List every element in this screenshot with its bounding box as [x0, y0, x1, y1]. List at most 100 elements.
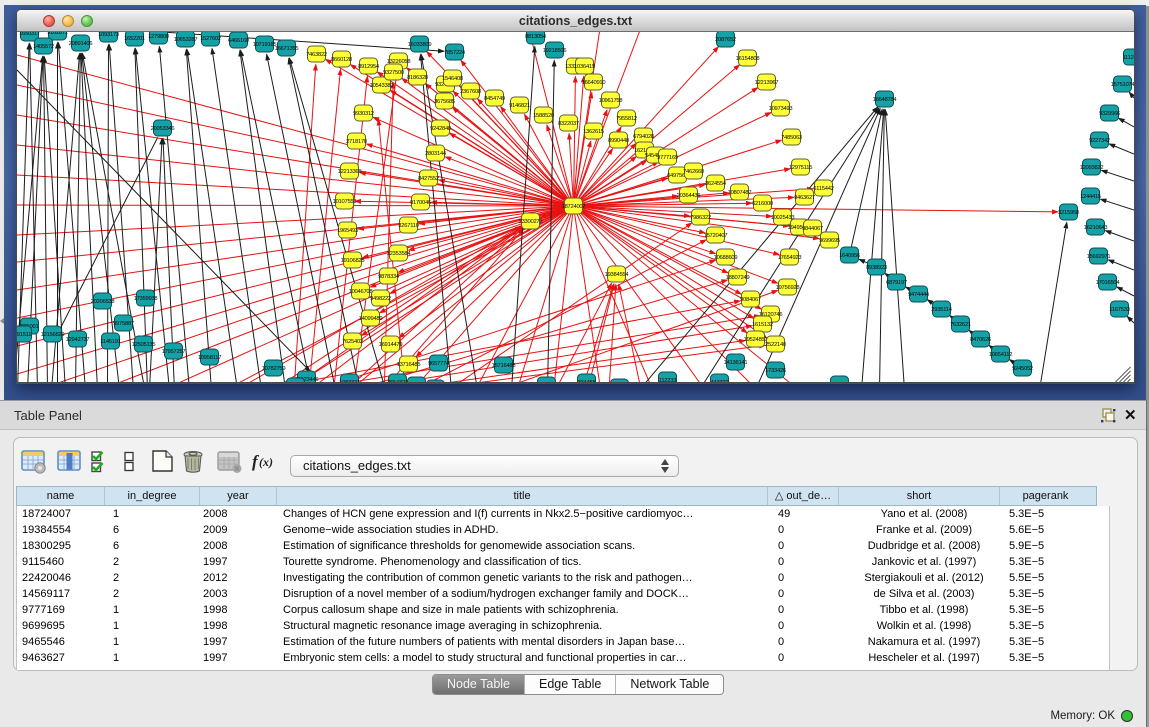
- svg-text:1145191: 1145191: [100, 339, 120, 345]
- svg-text:18807249: 18807249: [726, 275, 750, 281]
- svg-text:1640956: 1640956: [839, 253, 860, 259]
- svg-text:12942737: 12942737: [66, 337, 90, 343]
- svg-text:9170046: 9170046: [410, 200, 431, 206]
- svg-text:12505135: 12505135: [132, 342, 156, 348]
- svg-text:443322: 443322: [711, 380, 729, 382]
- svg-text:10543382: 10543382: [370, 83, 394, 89]
- svg-text:1652201: 1652201: [124, 36, 145, 42]
- svg-text:1650317: 1650317: [19, 32, 40, 37]
- svg-text:9878334: 9878334: [378, 274, 400, 280]
- svg-text:1405572: 1405572: [33, 44, 54, 50]
- svg-text:9227342: 9227342: [1089, 138, 1110, 144]
- svg-text:12213967: 12213967: [755, 80, 779, 86]
- svg-text:2803144: 2803144: [425, 151, 447, 157]
- svg-text:7986322: 7986322: [690, 215, 711, 221]
- svg-text:9474444: 9474444: [908, 292, 930, 298]
- svg-text:16648784: 16648784: [873, 97, 898, 103]
- svg-text:12353584: 12353584: [387, 251, 412, 257]
- svg-text:1965493: 1965493: [337, 228, 358, 234]
- svg-text:1167533: 1167533: [1109, 307, 1129, 313]
- svg-text:9657774: 9657774: [428, 361, 450, 367]
- svg-text:19218506: 19218506: [543, 48, 567, 54]
- svg-text:16671355: 16671355: [275, 46, 299, 52]
- svg-text:15716485: 15716485: [492, 363, 516, 369]
- svg-text:112233: 112233: [659, 378, 676, 382]
- svg-text:3215958: 3215958: [1058, 210, 1079, 216]
- svg-text:1036419: 1036419: [574, 64, 595, 70]
- svg-text:9329966: 9329966: [1099, 111, 1120, 117]
- svg-text:2087652: 2087652: [715, 37, 736, 43]
- svg-text:9463627: 9463627: [794, 195, 815, 201]
- svg-text:1615132: 1615132: [752, 322, 773, 328]
- svg-text:10688609: 10688609: [714, 255, 738, 261]
- svg-text:12213369: 12213369: [338, 169, 362, 175]
- svg-text:19384554: 19384554: [605, 272, 630, 278]
- svg-text:8470626: 8470626: [970, 337, 991, 343]
- svg-text:9245052: 9245052: [1012, 366, 1033, 372]
- svg-text:19106825: 19106825: [341, 258, 365, 264]
- svg-text:10807487: 10807487: [728, 190, 752, 196]
- svg-text:16033809: 16033809: [408, 42, 432, 48]
- svg-text:16640910: 16640910: [582, 80, 606, 86]
- svg-text:9777169: 9777169: [657, 155, 678, 161]
- svg-text:1527602: 1527602: [200, 36, 221, 42]
- svg-text:2718170: 2718170: [346, 139, 367, 145]
- svg-text:20364436: 20364436: [677, 193, 701, 199]
- svg-text:8990448: 8990448: [608, 138, 629, 144]
- svg-text:17016504: 17016504: [1096, 280, 1121, 286]
- svg-text:3267110: 3267110: [398, 223, 418, 229]
- svg-text:8912954: 8912954: [358, 64, 380, 70]
- svg-text:20891406: 20891406: [69, 41, 93, 47]
- svg-text:13716485: 13716485: [397, 362, 421, 368]
- svg-text:10782759: 10782759: [262, 366, 286, 372]
- svg-text:6115442: 6115442: [813, 186, 833, 192]
- svg-text:15692971: 15692971: [1087, 254, 1111, 260]
- svg-text:12156829: 12156829: [41, 332, 65, 338]
- svg-text:16154808: 16154808: [736, 56, 760, 62]
- svg-text:(x): (x): [259, 455, 273, 469]
- svg-text:8186328: 8186328: [407, 75, 428, 81]
- svg-text:1093173: 1093173: [98, 32, 119, 38]
- svg-text:15720407: 15720407: [704, 233, 728, 239]
- svg-text:1546408: 1546408: [442, 76, 463, 82]
- svg-text:8454749: 8454749: [484, 96, 505, 102]
- svg-text:9498222: 9498222: [370, 296, 391, 302]
- svg-text:9975887: 9975887: [113, 321, 134, 327]
- svg-text:9162871: 9162871: [47, 32, 68, 36]
- svg-text:15751074: 15751074: [1111, 82, 1134, 88]
- svg-text:1244415: 1244415: [1080, 194, 1101, 200]
- svg-text:12975115: 12975115: [789, 165, 812, 171]
- svg-text:3675685: 3675685: [434, 99, 455, 105]
- svg-text:391511: 391511: [17, 332, 31, 338]
- svg-text:7485063: 7485063: [781, 135, 802, 141]
- svg-text:19756928: 19756928: [776, 285, 800, 291]
- svg-text:10653287: 10653287: [174, 37, 198, 43]
- svg-text:8427552: 8427552: [418, 176, 439, 182]
- svg-text:8322037: 8322037: [558, 121, 579, 127]
- svg-text:17957257: 17957257: [162, 349, 186, 355]
- svg-text:9084067: 9084067: [740, 297, 761, 303]
- svg-text:17654923: 17654923: [778, 255, 802, 261]
- svg-text:9844067: 9844067: [802, 226, 823, 232]
- svg-text:18724007: 18724007: [562, 204, 586, 210]
- svg-text:20053346: 20053346: [151, 126, 175, 132]
- svg-text:7462660: 7462660: [683, 169, 704, 175]
- svg-text:10025433: 10025433: [771, 215, 795, 221]
- svg-text:7632621: 7632621: [950, 322, 971, 328]
- svg-text:6216000: 6216000: [752, 201, 773, 207]
- svg-text:1279808: 1279808: [148, 34, 169, 40]
- svg-text:16210643: 16210643: [1084, 225, 1108, 231]
- svg-text:10654112: 10654112: [989, 352, 1012, 358]
- svg-text:1362615: 1362615: [583, 129, 604, 135]
- svg-text:9146821: 9146821: [509, 103, 530, 109]
- svg-text:2367608: 2367608: [460, 89, 481, 95]
- svg-text:3624554: 3624554: [705, 181, 727, 187]
- svg-text:7955812: 7955812: [616, 116, 637, 122]
- svg-text:8660128: 8660128: [331, 57, 352, 63]
- svg-text:10973493: 10973493: [769, 106, 793, 112]
- svg-text:9327500: 9327500: [383, 70, 404, 76]
- svg-text:23300273: 23300273: [519, 219, 543, 225]
- svg-text:6794028: 6794028: [633, 134, 654, 140]
- svg-text:1112131: 1112131: [1123, 55, 1134, 61]
- svg-text:8938923: 8938923: [866, 265, 887, 271]
